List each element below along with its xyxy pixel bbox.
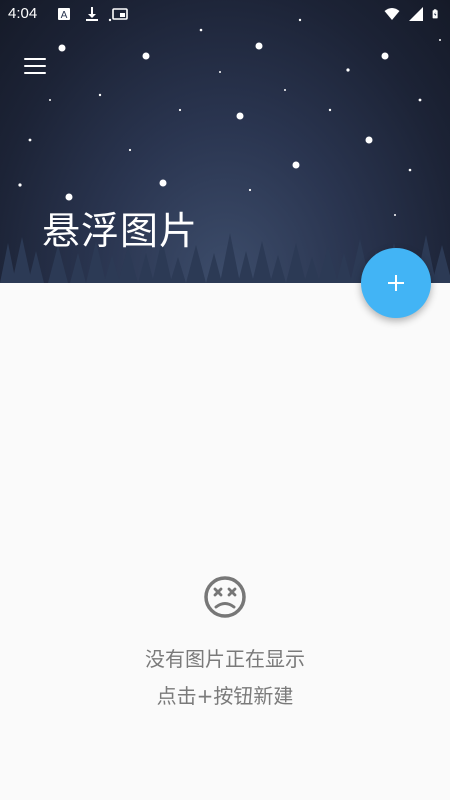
status-bar: 4:04 A [0, 0, 450, 30]
cell-signal-icon [409, 7, 423, 21]
hamburger-menu-icon[interactable] [20, 52, 50, 82]
picture-in-picture-icon [112, 8, 128, 20]
wifi-icon [384, 8, 400, 20]
download-icon [86, 7, 98, 21]
svg-text:A: A [61, 10, 68, 21]
status-time: 4:04 [8, 5, 38, 22]
page-title: 悬浮图片 [42, 209, 199, 253]
add-image-button[interactable] [361, 248, 431, 318]
app-screen: 4:04 A 悬浮图片 没有图片正在显示 点击+按钮新建 [0, 0, 450, 800]
empty-state: 没有图片正在显示 点击+按钮新建 [0, 575, 450, 709]
battery-icon [432, 9, 438, 19]
plus-icon [388, 275, 404, 291]
empty-message: 没有图片正在显示 [145, 647, 305, 671]
empty-hint: 点击+按钮新建 [156, 684, 294, 708]
android-notification-icon: A [58, 8, 70, 21]
sad-face-icon [204, 576, 246, 618]
